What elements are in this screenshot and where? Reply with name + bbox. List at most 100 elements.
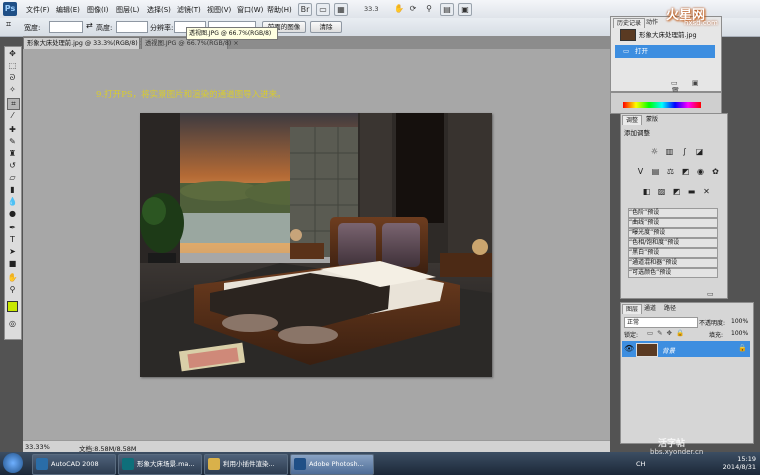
layer-row-background[interactable]: 👁 背景 🔒 xyxy=(622,341,750,357)
menu-file[interactable]: 文件(F) xyxy=(26,5,50,15)
photo-filter-icon[interactable]: ◉ xyxy=(695,166,706,177)
tab-adjustments[interactable]: 调整 xyxy=(622,115,643,125)
brush-icon[interactable]: ✎ xyxy=(7,137,18,147)
opacity-value[interactable]: 100% xyxy=(731,318,748,325)
exposure-icon[interactable]: ◪ xyxy=(694,146,705,157)
bridge-icon[interactable]: Br xyxy=(298,3,312,16)
task-folder[interactable]: 利用小插件渲染... xyxy=(204,454,288,475)
tab-masks[interactable]: 蒙版 xyxy=(643,115,661,124)
language-indicator[interactable]: CH xyxy=(636,460,645,468)
threshold-icon[interactable]: ◩ xyxy=(671,186,682,197)
screen-mode-icon[interactable]: ▣ xyxy=(458,3,472,16)
hand-icon[interactable]: ✋ xyxy=(7,273,18,283)
selective-color-icon[interactable]: ✕ xyxy=(701,186,712,197)
doc-tab-active[interactable]: 形象大床处理前.jpg @ 33.3%(RGB/8) × xyxy=(23,37,145,49)
adjustments-footer-icon[interactable]: ▭ xyxy=(707,290,714,298)
menu-edit[interactable]: 编辑(E) xyxy=(56,5,80,15)
task-maya[interactable]: 形象大床场景.ma... xyxy=(118,454,202,475)
preset-black-white[interactable]: “黑白”预设 xyxy=(628,248,718,258)
posterize-icon[interactable]: ▨ xyxy=(656,186,667,197)
clock[interactable]: 15:19 2014/8/31 xyxy=(723,455,756,471)
menu-image[interactable]: 图像(I) xyxy=(87,5,109,15)
preset-levels[interactable]: “色阶”预设 xyxy=(628,208,718,218)
eyedropper-icon[interactable]: ⁄ xyxy=(7,111,18,121)
hand-tool-icon[interactable]: ✋ xyxy=(393,3,405,14)
arrange-documents-icon[interactable]: ▤ xyxy=(440,3,454,16)
clear-button[interactable]: 清除 xyxy=(310,21,342,33)
blend-mode-select[interactable]: 正常 xyxy=(624,317,698,328)
lock-icons[interactable]: ▭✎✥🔒 xyxy=(647,329,688,337)
layer-name[interactable]: 背景 xyxy=(662,345,675,355)
curves-icon[interactable]: ∫ xyxy=(679,146,690,157)
healing-icon[interactable]: ✚ xyxy=(7,125,18,135)
shape-icon[interactable]: ■ xyxy=(7,259,18,269)
history-brush-icon[interactable]: ↺ xyxy=(7,161,18,171)
color-ramp[interactable] xyxy=(623,102,701,108)
opacity-label: 不透明度: xyxy=(699,320,726,327)
task-autocad[interactable]: AutoCAD 2008 xyxy=(32,454,116,475)
preset-hue-saturation[interactable]: “色相/饱和度”预设 xyxy=(628,238,718,248)
move-icon[interactable]: ✥ xyxy=(7,49,18,59)
start-button[interactable] xyxy=(3,453,23,473)
color-balance-icon[interactable]: ⚖ xyxy=(665,166,676,177)
type-icon[interactable]: T xyxy=(7,235,18,245)
height-label: 高度: xyxy=(96,24,113,32)
width-input[interactable] xyxy=(49,21,83,33)
history-snapshot[interactable]: 形象大床处理前.jpg xyxy=(612,29,718,42)
blur-icon[interactable]: 💧 xyxy=(7,197,18,207)
gradient-icon[interactable]: ▮ xyxy=(7,185,18,195)
foreground-color-swatch[interactable] xyxy=(7,301,18,312)
stamp-icon[interactable]: ♜ xyxy=(7,149,18,159)
bw-icon[interactable]: ◩ xyxy=(680,166,691,177)
menu-filter[interactable]: 滤镜(T) xyxy=(177,5,201,15)
quick-mask-icon[interactable]: ◎ xyxy=(7,319,18,329)
pen-icon[interactable]: ✒ xyxy=(7,223,18,233)
hue-sat-icon[interactable]: ▤ xyxy=(650,166,661,177)
preset-exposure[interactable]: “曝光度”预设 xyxy=(628,228,718,238)
magic-wand-icon[interactable]: ✧ xyxy=(7,85,18,95)
swap-icon[interactable]: ⇄ xyxy=(86,21,93,30)
tab-actions[interactable]: 动作 xyxy=(643,18,661,27)
crop-icon[interactable]: ⌗ xyxy=(7,98,20,110)
height-input[interactable] xyxy=(116,21,148,33)
history-state-open[interactable]: ▭ 打开 xyxy=(615,45,715,58)
menu-layer[interactable]: 图层(L) xyxy=(116,5,139,15)
lasso-icon[interactable]: ᘐ xyxy=(7,73,18,83)
brightness-icon[interactable]: ☼ xyxy=(649,146,660,157)
preset-channel-mixer[interactable]: “通道混和器”预设 xyxy=(628,258,718,268)
menu-select[interactable]: 选择(S) xyxy=(147,5,171,15)
channel-mixer-icon[interactable]: ✿ xyxy=(710,166,721,177)
snapshot-label: 形象大床处理前.jpg xyxy=(639,31,697,39)
visibility-eye-icon[interactable]: 👁 xyxy=(624,344,634,353)
fill-value[interactable]: 100% xyxy=(731,330,748,337)
minibridge-icon[interactable]: ▭ xyxy=(316,3,330,16)
preset-selective-color[interactable]: “可选颜色”预设 xyxy=(628,268,718,278)
tab-history[interactable]: 历史记录 xyxy=(613,18,646,28)
marquee-icon[interactable]: ⬚ xyxy=(7,61,18,71)
zoom-tool-icon[interactable]: ⚲ xyxy=(423,3,435,14)
snapshot-thumbnail xyxy=(620,29,636,41)
tab-paths[interactable]: 路径 xyxy=(661,304,679,313)
zoom-level[interactable]: 33.3 xyxy=(364,5,378,13)
tab-layers[interactable]: 图层 xyxy=(622,304,643,314)
status-zoom[interactable]: 33.33% xyxy=(25,443,50,451)
dodge-icon[interactable]: ● xyxy=(7,209,18,219)
menu-window[interactable]: 窗口(W) xyxy=(237,5,263,15)
levels-icon[interactable]: ▥ xyxy=(664,146,675,157)
fill-label: 填充: xyxy=(709,332,724,339)
task-photoshop[interactable]: Adobe Photosh... xyxy=(290,454,374,475)
rotate-view-icon[interactable]: ⟳ xyxy=(407,3,419,14)
zoom-icon[interactable]: ⚲ xyxy=(7,285,18,295)
gradient-map-icon[interactable]: ▬ xyxy=(686,186,697,197)
menu-help[interactable]: 帮助(H) xyxy=(267,5,292,15)
preset-curves[interactable]: “曲线”预设 xyxy=(628,218,718,228)
view-extras-icon[interactable]: ▦ xyxy=(334,3,348,16)
layers-panel: 图层 通道 路径 正常 不透明度: 100% 锁定: ▭✎✥🔒 填充: 100%… xyxy=(620,302,754,444)
crop-tool-icon[interactable]: ⌗ xyxy=(6,20,11,30)
tab-channels[interactable]: 通道 xyxy=(641,304,659,313)
path-select-icon[interactable]: ➤ xyxy=(7,247,18,257)
vibrance-icon[interactable]: V xyxy=(635,166,646,177)
invert-icon[interactable]: ◧ xyxy=(641,186,652,197)
eraser-icon[interactable]: ▱ xyxy=(7,173,18,183)
menu-view[interactable]: 视图(V) xyxy=(207,5,231,15)
